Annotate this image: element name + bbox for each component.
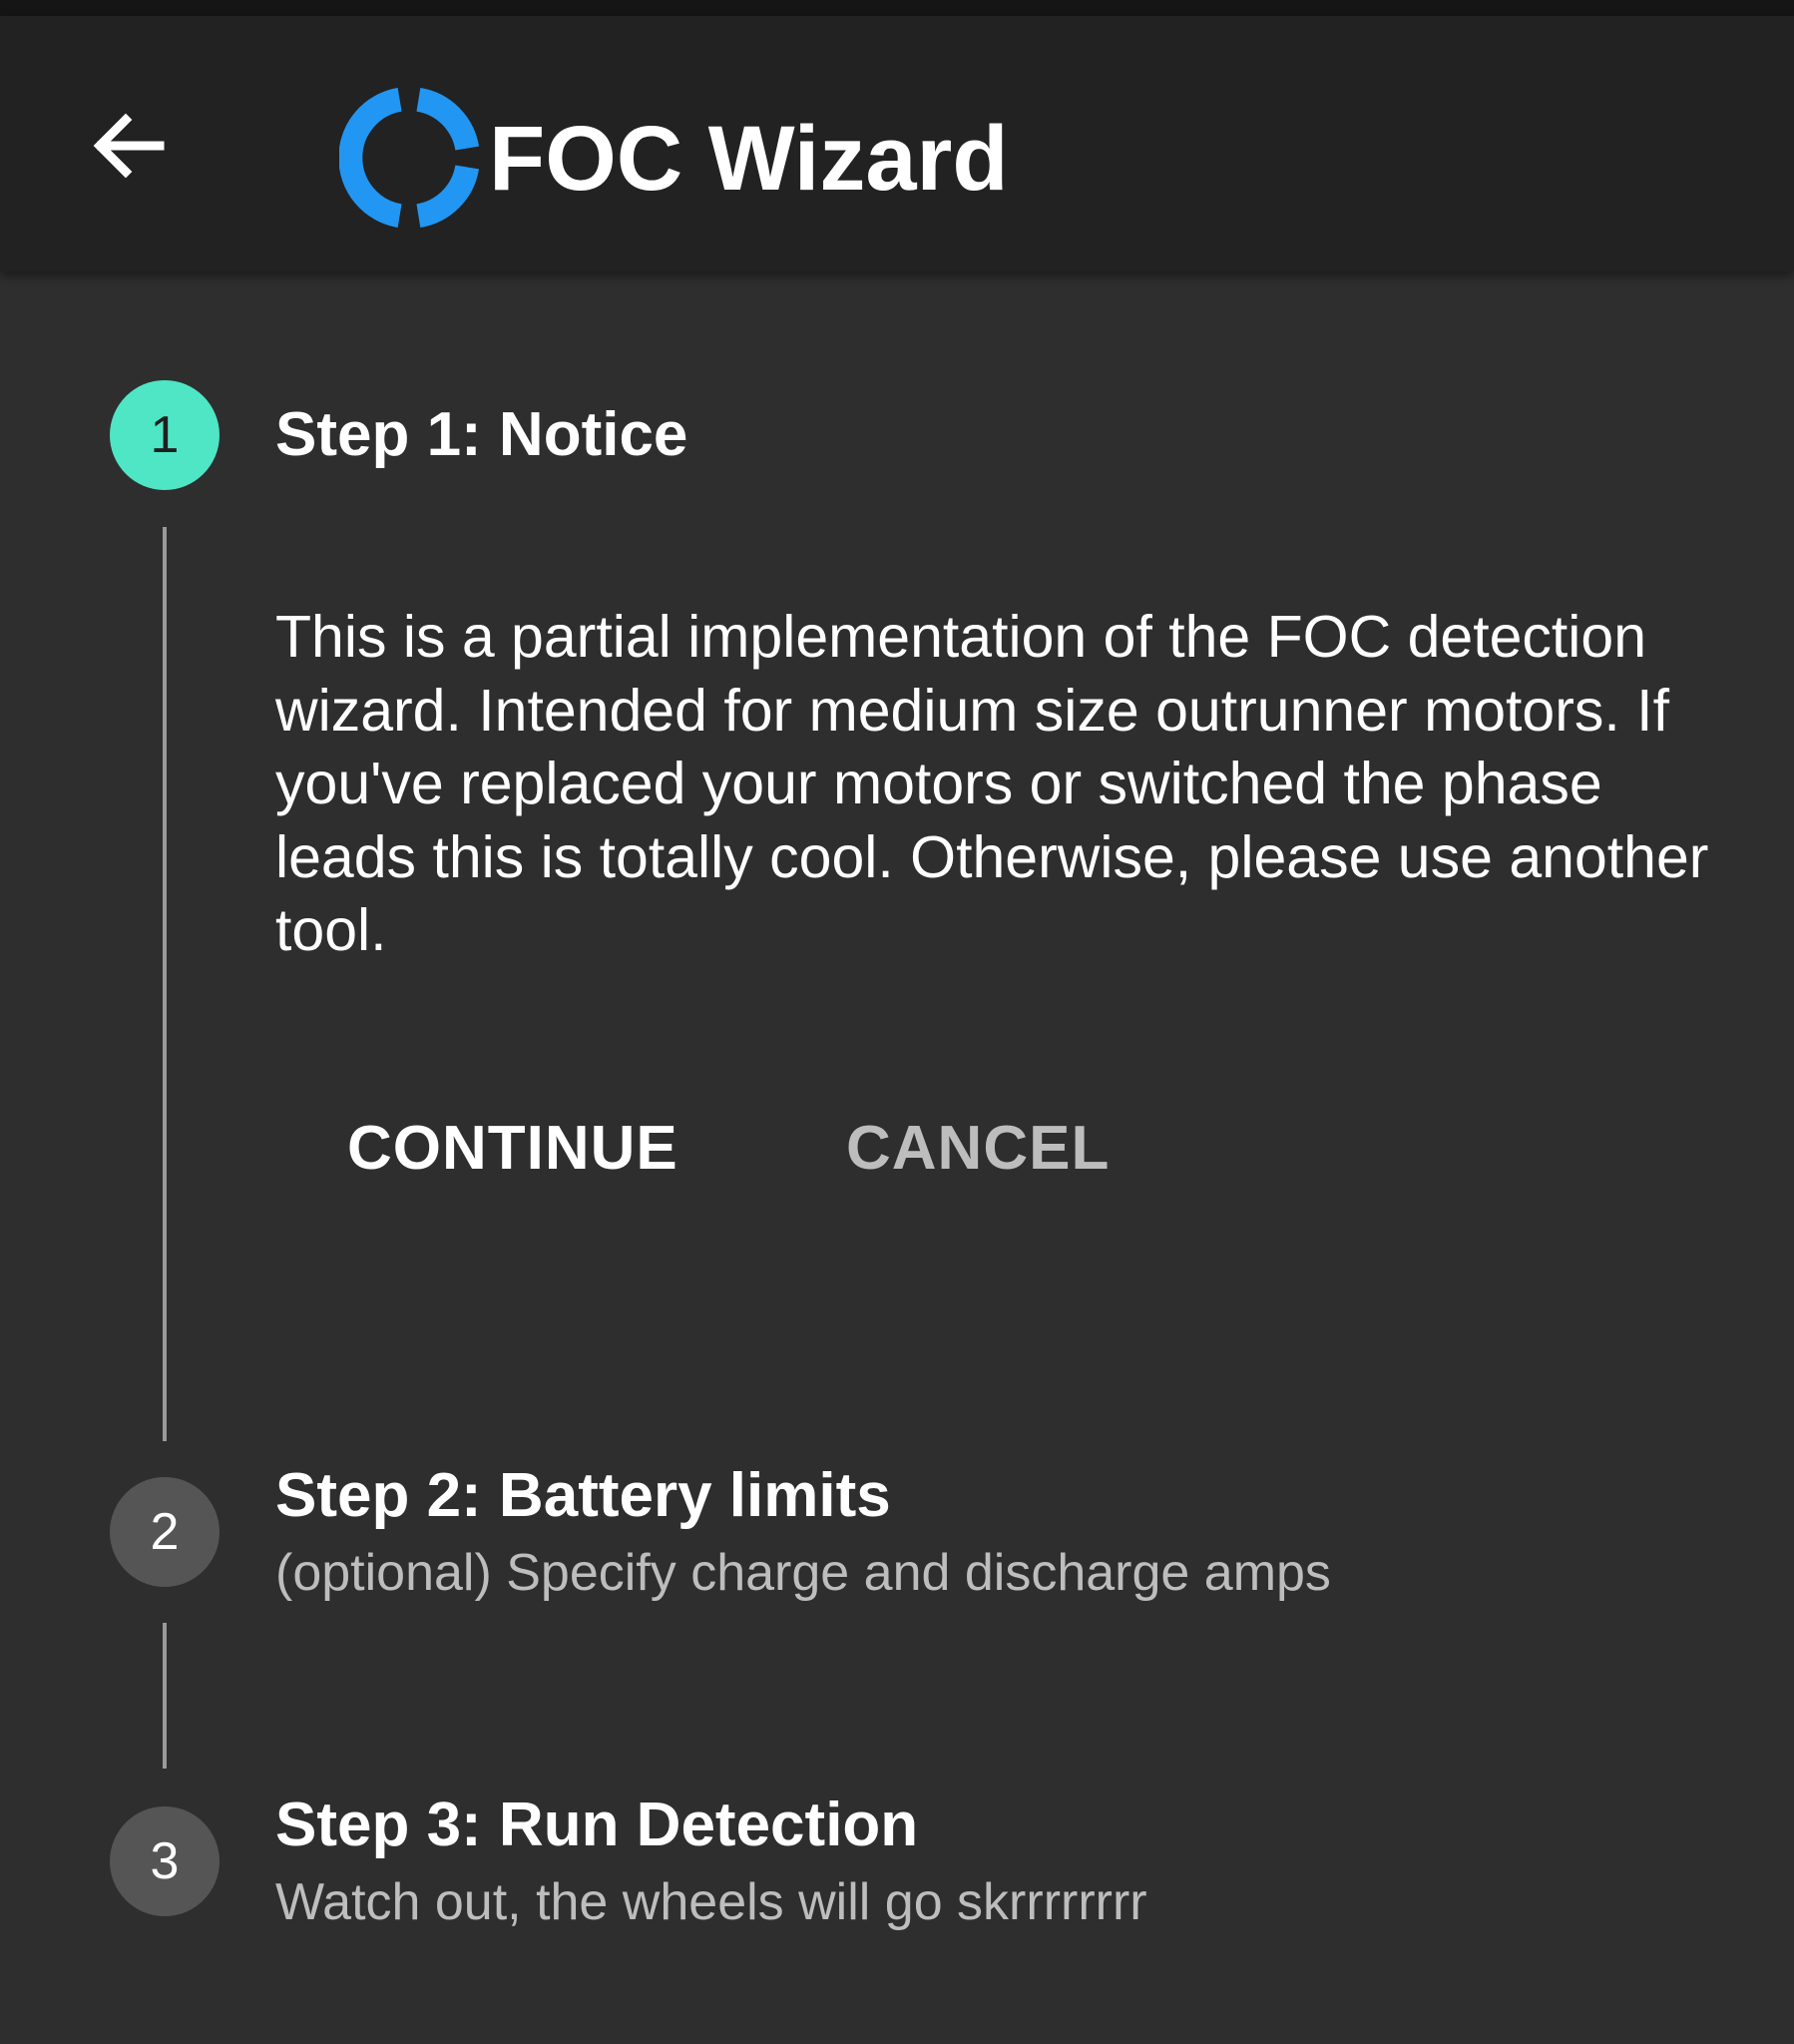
step-1-connector [163,527,167,1441]
ring-logo-icon [339,88,479,228]
app-bar: FOC Wizard [0,16,1794,271]
page-title: FOC Wizard [489,108,1009,210]
step-3-subtitle: Watch out, the wheels will go skrrrrrrrr [275,1873,1147,1931]
back-button[interactable] [78,96,178,196]
cancel-button[interactable]: CANCEL [846,1113,1110,1185]
status-bar [0,0,1794,16]
step-2-title[interactable]: Step 2: Battery limits [275,1460,891,1532]
step-1-title[interactable]: Step 1: Notice [275,399,687,471]
step-1-indicator: 1 [110,380,220,490]
step-3-title[interactable]: Step 3: Run Detection [275,1789,918,1861]
arrow-left-icon [93,113,165,179]
step-2-indicator: 2 [110,1477,220,1587]
step-2-connector [163,1623,167,1769]
continue-button[interactable]: CONTINUE [347,1113,678,1185]
step-3-indicator: 3 [110,1806,220,1916]
step-2-subtitle: (optional) Specify charge and discharge … [275,1544,1331,1602]
step-1-body: This is a partial implementation of the … [275,604,1709,963]
